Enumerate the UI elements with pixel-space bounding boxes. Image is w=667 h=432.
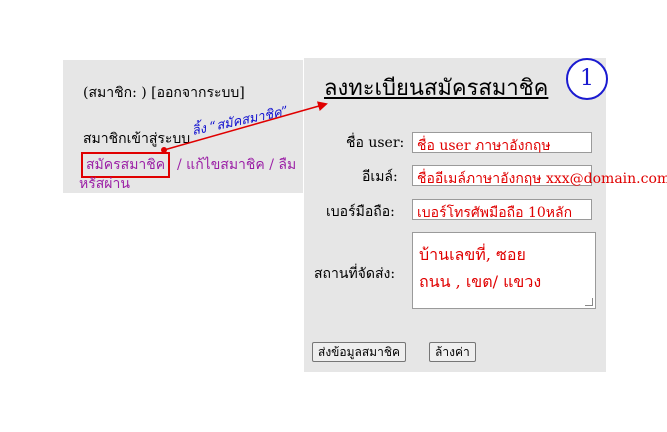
member-status-text[interactable]: (สมาชิก: ) [ออกจากระบบ]: [83, 82, 245, 104]
login-label: สมาชิกเข้าสู่ระบบ: [83, 131, 191, 147]
username-input[interactable]: ชื่อ user ภาษาอังกฤษ: [412, 132, 592, 154]
phone-input[interactable]: เบอร์โทรศัพมือถือ 10หลัก: [412, 199, 592, 221]
forgot-password-link-part1[interactable]: ลืม: [278, 157, 296, 173]
resize-grip-icon[interactable]: [585, 298, 593, 306]
edit-member-link-group: / แก้ไขสมาชิค / ลืม: [177, 154, 296, 176]
form-title: ลงทะเบียนสมัครสมาชิค: [324, 76, 549, 101]
submit-button[interactable]: ส่งข้อมูลสมาชิค: [312, 342, 407, 362]
username-label: ชื่อ user:: [346, 135, 405, 151]
address-label: สถานที่จัดส่ง:: [314, 266, 396, 282]
link-separator: /: [269, 157, 274, 173]
step-number-badge: 1: [566, 58, 608, 100]
link-separator: /: [177, 157, 182, 173]
email-input[interactable]: ชื่ออีเมล์ภาษาอังกฤษ xxx@domain.com: [412, 165, 667, 187]
forgot-password-link-part2[interactable]: หรัสผ่าน: [79, 173, 130, 195]
register-form-panel: ลงทะเบียนสมัครสมาชิค 1 ชื่อ user: ชื่อ u…: [304, 58, 667, 372]
address-textarea[interactable]: บ้านเลขที่, ซอย ถนน , เขต/ แขวง: [412, 232, 596, 309]
member-sidebar: (สมาชิก: ) [ออกจากระบบ] สมาชิกเข้าสู่ระบ…: [63, 60, 303, 193]
phone-label: เบอร์มือถือ:: [326, 204, 395, 220]
reset-button[interactable]: ล้างค่า: [429, 342, 476, 362]
edit-member-link[interactable]: แก้ไขสมาชิค: [186, 157, 265, 173]
address-line-2: ถนน , เขต/ แขวง: [419, 272, 542, 291]
address-line-1: บ้านเลขที่, ซอย: [419, 245, 526, 264]
email-label: อีเมล์:: [362, 169, 398, 185]
